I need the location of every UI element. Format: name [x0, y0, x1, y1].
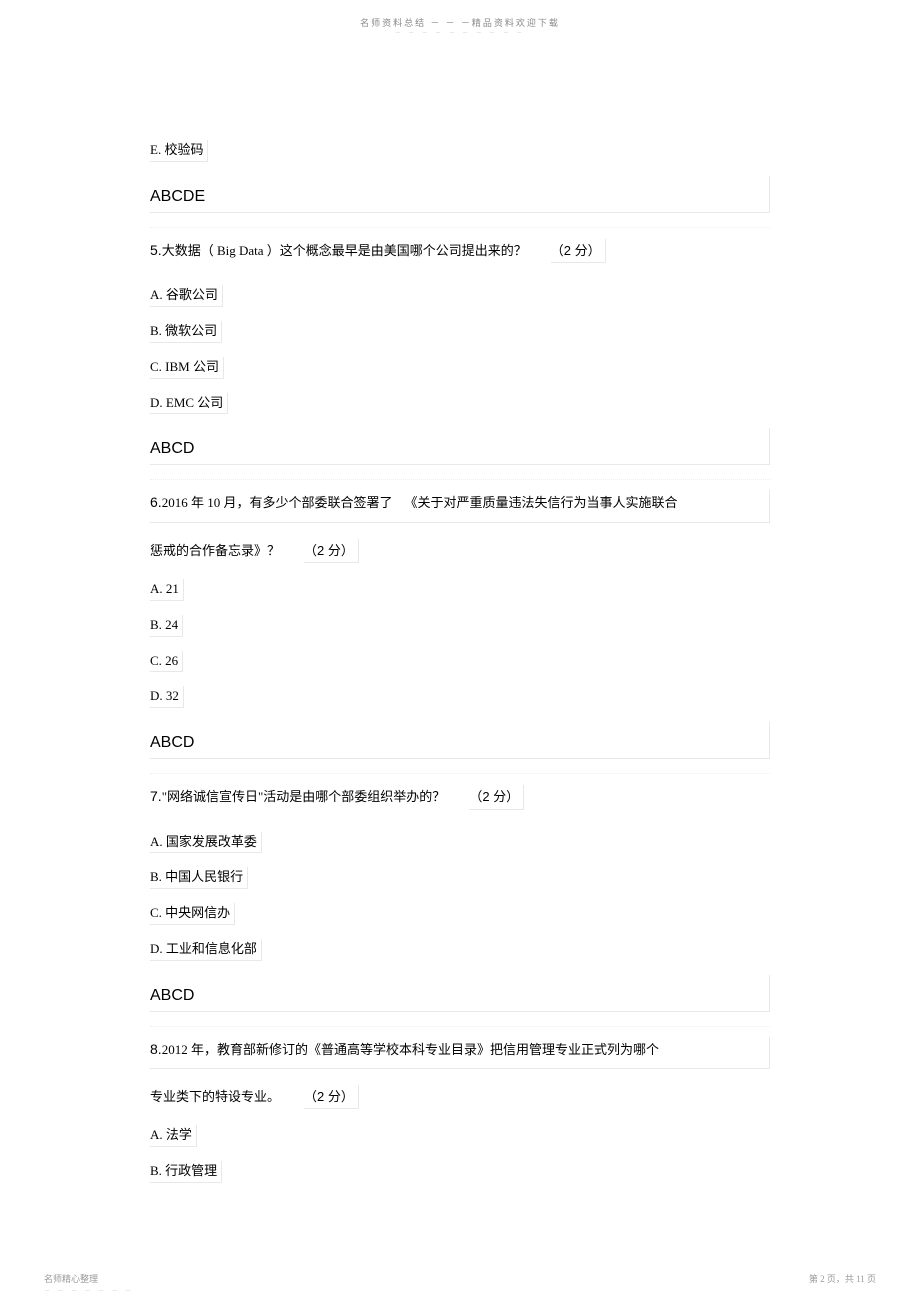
q7-option-d: D. 工业和信息化部: [150, 939, 770, 961]
q6-option-d: D. 32: [150, 686, 770, 708]
footer-left-dashes: － － － － － － －: [44, 1286, 134, 1295]
q6-points: （2 分）: [304, 539, 359, 563]
q6-number: 6.: [150, 494, 162, 510]
q5-text: 5.大数据（ Big Data ）这个概念最早是由美国哪个公司提出来的？（2 分…: [150, 238, 770, 263]
q7-option-a: A. 国家发展改革委: [150, 832, 770, 854]
q7-option-b: B. 中国人民银行: [150, 867, 770, 889]
q5-answer: ABCD: [150, 428, 770, 465]
q6-text-line2: 惩戒的合作备忘录》？（2 分）: [150, 539, 770, 563]
q8-number: 8.: [150, 1041, 162, 1057]
q7-points: （2 分）: [469, 785, 524, 809]
q7-answer: ABCD: [150, 975, 770, 1012]
q7-number: 7.: [150, 788, 162, 804]
q8-text-line1: 8.2012 年，教育部新修订的《普通高等学校本科专业目录》把信用管理专业正式列…: [150, 1037, 770, 1069]
q5-number: 5.: [150, 242, 162, 258]
q8-text-line2: 专业类下的特设专业。（2 分）: [150, 1085, 770, 1109]
q4-answer: ABCDE: [150, 176, 770, 213]
document-content: E. 校验码 ABCDE 5.大数据（ Big Data ）这个概念最早是由美国…: [150, 140, 770, 1197]
q7-option-c: C. 中央网信办: [150, 903, 770, 925]
page-header-dashes: － － － － － － － － － －: [395, 28, 526, 37]
footer-right: 第 2 页，共 11 页: [809, 1272, 876, 1285]
q6-answer: ABCD: [150, 722, 770, 759]
q5-option-b: B. 微软公司: [150, 321, 770, 343]
q7-text: 7."网络诚信宣传日"活动是由哪个部委组织举办的？（2 分）: [150, 784, 770, 809]
q6-option-c: C. 26: [150, 651, 770, 673]
footer-left: 名师精心整理: [44, 1272, 98, 1285]
q6-text-line1: 6.2016 年 10 月，有多少个部委联合签署了《关于对严重质量违法失信行为当…: [150, 490, 770, 522]
q6-option-b: B. 24: [150, 615, 770, 637]
q5-points: （2 分）: [551, 239, 606, 263]
q5-option-d: D. EMC 公司: [150, 393, 770, 415]
q6-option-a: A. 21: [150, 579, 770, 601]
q4-option-e: E. 校验码: [150, 140, 770, 162]
q8-option-b: B. 行政管理: [150, 1161, 770, 1183]
q5-option-a: A. 谷歌公司: [150, 285, 770, 307]
q8-points: （2 分）: [304, 1085, 359, 1109]
q8-option-a: A. 法学: [150, 1125, 770, 1147]
q5-option-c: C. IBM 公司: [150, 357, 770, 379]
